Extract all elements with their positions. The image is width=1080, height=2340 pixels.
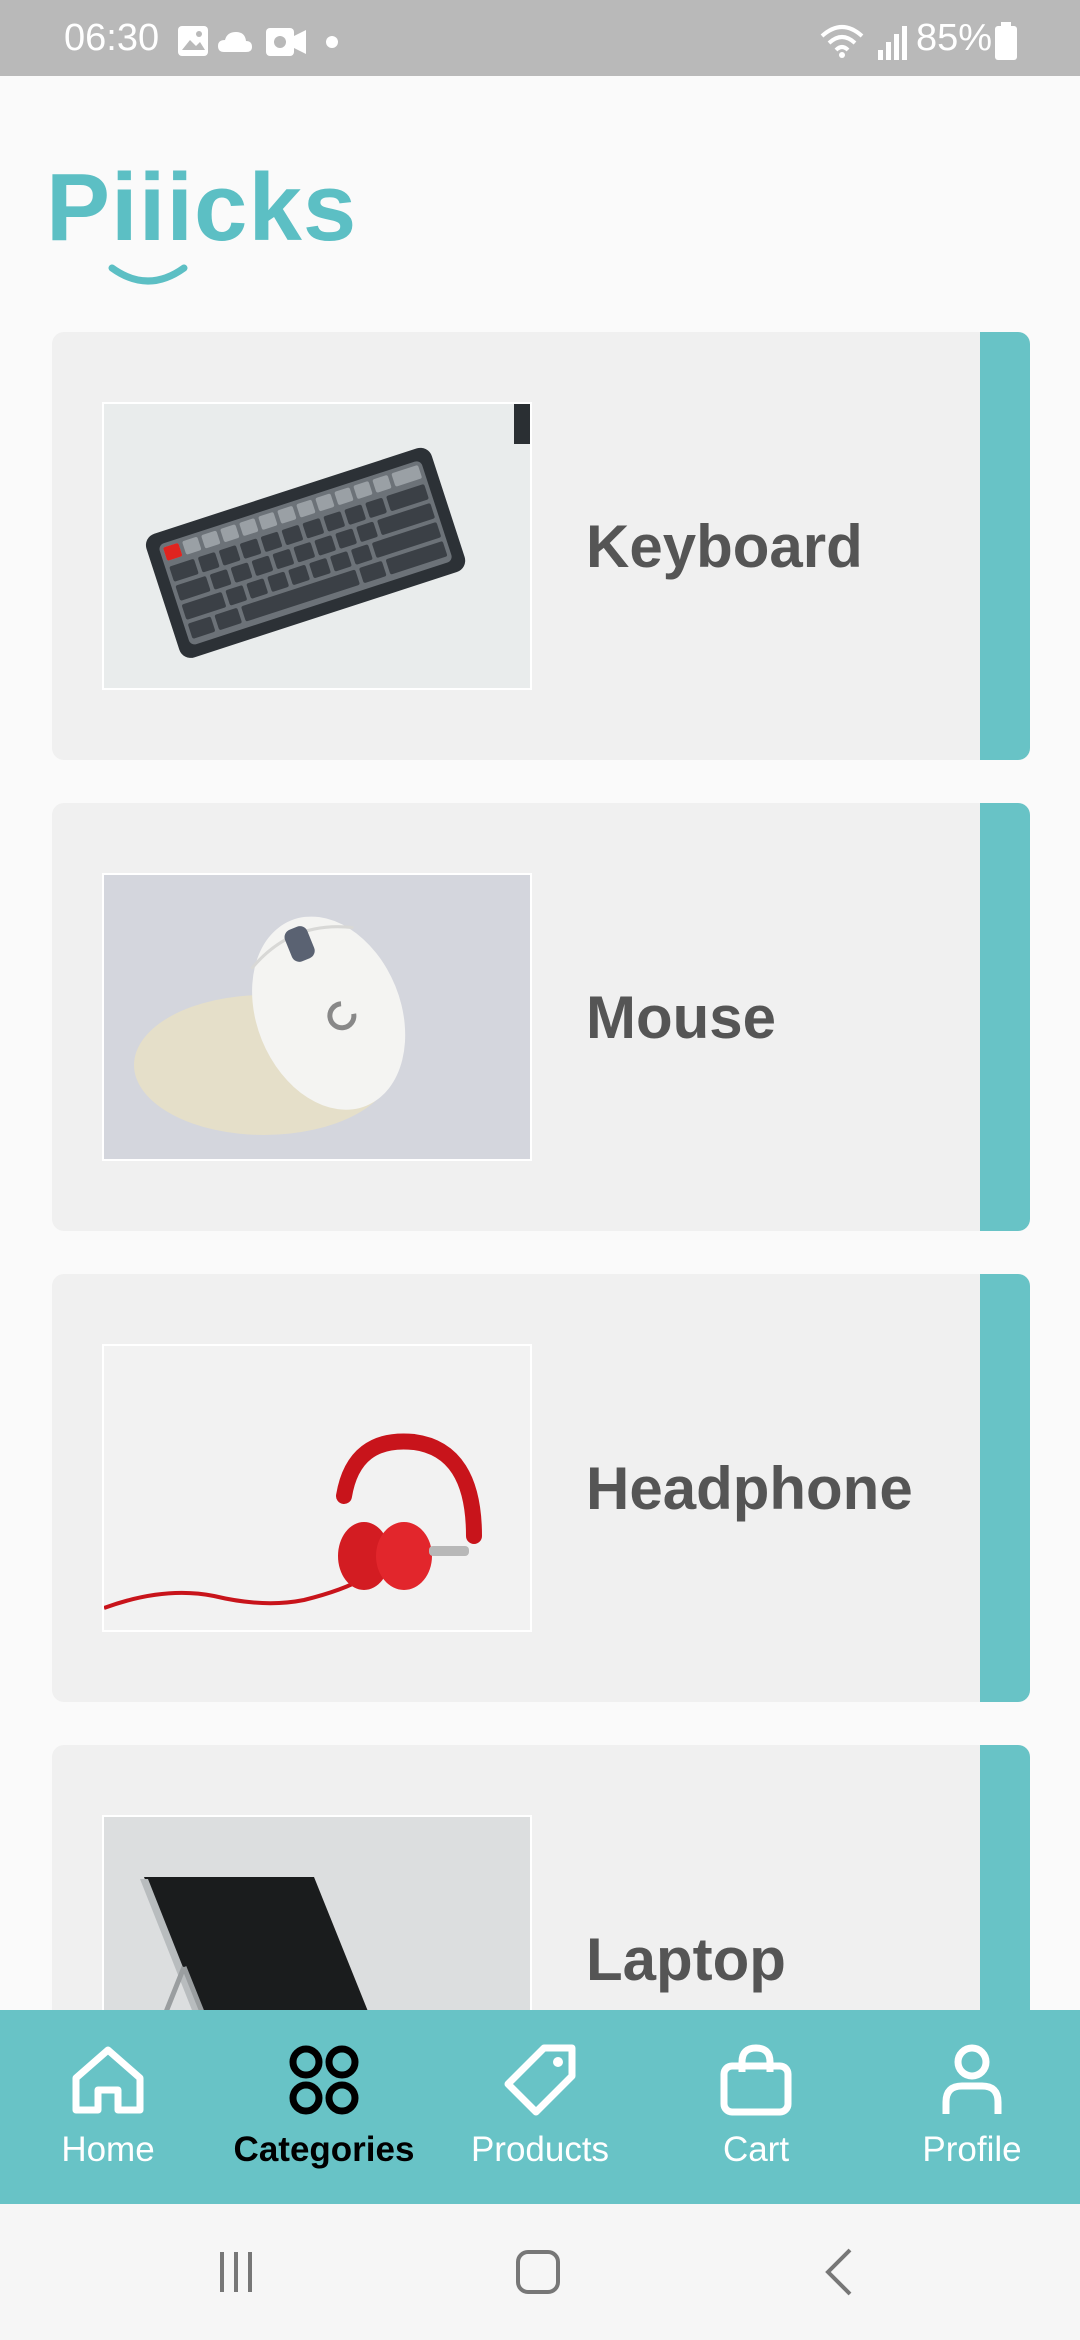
category-label: Keyboard: [586, 513, 863, 580]
nav-label-cart: Cart: [722, 2130, 790, 2169]
nav-item-categories[interactable]: Categories: [216, 2010, 432, 2204]
card-accent-bar: [980, 332, 1030, 760]
category-list: Keyboard Mouse Headphone Laptop: [0, 0, 1080, 2010]
nav-label-categories: Categories: [233, 2130, 415, 2169]
bottom-navigation: Home Categories Products Cart Profile: [0, 2010, 1080, 2204]
categories-icon: [289, 2045, 359, 2115]
nav-item-profile[interactable]: Profile: [864, 2010, 1080, 2204]
nav-label-home: Home: [61, 2130, 155, 2169]
nav-label-profile: Profile: [922, 2130, 1022, 2169]
recents-icon[interactable]: [206, 2242, 266, 2302]
laptop-photo: [102, 1815, 532, 2010]
bag-icon: [720, 2044, 792, 2116]
nav-item-products[interactable]: Products: [432, 2010, 648, 2204]
keyboard-photo: [102, 402, 532, 690]
card-accent-bar: [980, 1745, 1030, 2010]
nav-label-products: Products: [470, 2130, 610, 2169]
category-label: Headphone: [586, 1455, 913, 1522]
category-card-laptop[interactable]: Laptop: [52, 1745, 1030, 2010]
profile-icon: [942, 2044, 1002, 2114]
card-accent-bar: [980, 1274, 1030, 1702]
headphone-photo: [102, 1344, 532, 1632]
mouse-photo: [102, 873, 532, 1161]
tag-icon: [504, 2044, 576, 2116]
nav-item-home[interactable]: Home: [0, 2010, 216, 2204]
back-icon[interactable]: [810, 2242, 870, 2302]
category-card-keyboard[interactable]: Keyboard: [52, 332, 1030, 760]
category-label: Laptop: [586, 1926, 786, 1993]
category-card-mouse[interactable]: Mouse: [52, 803, 1030, 1231]
home-icon: [72, 2046, 144, 2114]
nav-item-cart[interactable]: Cart: [648, 2010, 864, 2204]
home-button-icon[interactable]: [508, 2242, 568, 2302]
system-navigation-bar: [0, 2204, 1080, 2340]
card-accent-bar: [980, 803, 1030, 1231]
category-label: Mouse: [586, 984, 777, 1051]
category-card-headphone[interactable]: Headphone: [52, 1274, 1030, 1702]
